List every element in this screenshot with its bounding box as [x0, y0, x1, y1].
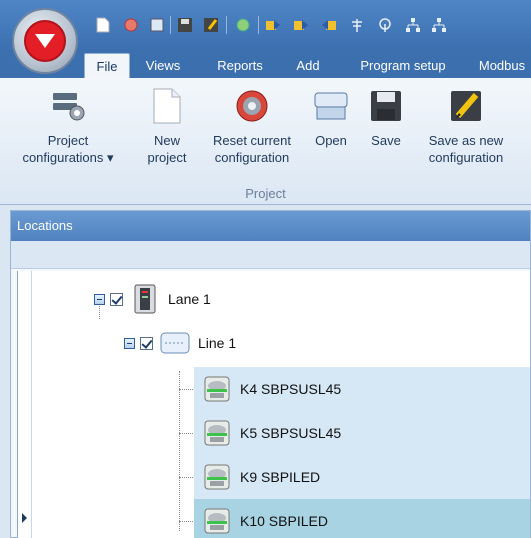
open-icon[interactable] — [148, 16, 166, 34]
tab-views[interactable]: Views — [138, 53, 188, 78]
save-as-new-configuration-button[interactable]: Save as new configuration — [416, 84, 516, 166]
title-bar — [0, 0, 531, 50]
floppy-disk-icon — [365, 84, 407, 128]
settings-icon[interactable] — [234, 16, 252, 34]
sensor-label: K10 SBPILED — [240, 513, 328, 529]
ribbon-panel: Project configurations ▾ New project Res… — [0, 78, 531, 205]
tree-node-sensor[interactable]: K4 SBPSUSL45 — [194, 367, 530, 411]
tab-add[interactable]: Add — [288, 53, 328, 78]
locations-panel: Locations Lane 1 Line 1 K4 SBPSUSL45 K5 … — [10, 210, 531, 538]
sensor-device-icon — [202, 418, 232, 448]
row-indicator-icon — [22, 513, 27, 523]
reset-gear-icon — [231, 84, 273, 128]
panel-toolbar — [11, 241, 530, 269]
antenna-icon[interactable] — [348, 16, 366, 34]
import-icon[interactable] — [320, 16, 338, 34]
save-as-new-configuration-label: Save as new configuration — [428, 133, 504, 165]
panel-title: Locations — [11, 211, 530, 241]
new-project-button[interactable]: New project — [140, 84, 194, 166]
collapse-toggle[interactable] — [94, 293, 105, 305]
line-label: Line 1 — [198, 335, 237, 351]
network2-icon[interactable] — [430, 16, 448, 34]
line-bus-icon — [160, 328, 190, 358]
ribbon-group-label: Project — [245, 186, 286, 201]
tree-node-sensor-selected[interactable]: K10 SBPILED — [194, 499, 530, 538]
server-config-icon — [47, 84, 89, 128]
export-icon[interactable] — [264, 16, 282, 34]
new-file-icon[interactable] — [94, 16, 112, 34]
tab-program-setup[interactable]: Program setup — [343, 53, 463, 78]
tree-node-lane[interactable]: Lane 1 — [94, 277, 514, 321]
lane-label: Lane 1 — [168, 291, 211, 307]
tree-gutter — [18, 271, 32, 538]
open-button[interactable]: Open — [308, 84, 354, 149]
open-folder-icon — [310, 84, 352, 128]
lane-checkbox[interactable] — [110, 292, 123, 306]
network-icon[interactable] — [404, 16, 422, 34]
location-tree[interactable]: Lane 1 Line 1 K4 SBPSUSL45 K5 SBPSUSL45 — [17, 271, 530, 538]
tree-node-sensor[interactable]: K9 SBPILED — [194, 455, 530, 499]
reset-configuration-button[interactable]: Reset current configuration — [200, 84, 304, 166]
tab-modbus[interactable]: Modbus — [470, 53, 531, 78]
lane-cabinet-icon — [130, 284, 160, 314]
tab-reports[interactable]: Reports — [204, 53, 276, 78]
project-configurations-button[interactable]: Project configurations ▾ — [22, 84, 114, 166]
export2-icon[interactable] — [292, 16, 310, 34]
sensor-device-icon — [202, 506, 232, 536]
save-as-pencil-icon — [445, 84, 487, 128]
signal-icon[interactable] — [376, 16, 394, 34]
sensor-label: K4 SBPSUSL45 — [240, 381, 342, 397]
application-menu-button[interactable] — [12, 8, 78, 74]
collapse-toggle[interactable] — [124, 337, 135, 349]
reset-configuration-label: Reset current configuration — [212, 133, 292, 165]
tree-node-line[interactable]: Line 1 — [124, 321, 524, 365]
save-label: Save — [371, 133, 401, 148]
save-icon[interactable] — [176, 16, 194, 34]
tab-file[interactable]: File — [84, 53, 130, 78]
project-configurations-label: Project configurations ▾ — [22, 133, 114, 165]
open-label: Open — [315, 133, 347, 148]
sensor-device-icon — [202, 462, 232, 492]
sensor-label: K5 SBPSUSL45 — [240, 425, 342, 441]
new-project-label: New project — [147, 133, 187, 165]
line-checkbox[interactable] — [140, 336, 153, 350]
ribbon-tab-bar: File Views Reports Add Program setup Mod… — [0, 50, 531, 78]
new-document-icon — [146, 84, 188, 128]
sensor-device-icon — [202, 374, 232, 404]
tree-node-sensor[interactable]: K5 SBPSUSL45 — [194, 411, 530, 455]
reset-icon[interactable] — [122, 16, 140, 34]
brand-logo-icon — [24, 20, 66, 62]
sensor-label: K9 SBPILED — [240, 469, 321, 485]
save-as-icon[interactable] — [202, 16, 220, 34]
save-button[interactable]: Save — [362, 84, 410, 149]
